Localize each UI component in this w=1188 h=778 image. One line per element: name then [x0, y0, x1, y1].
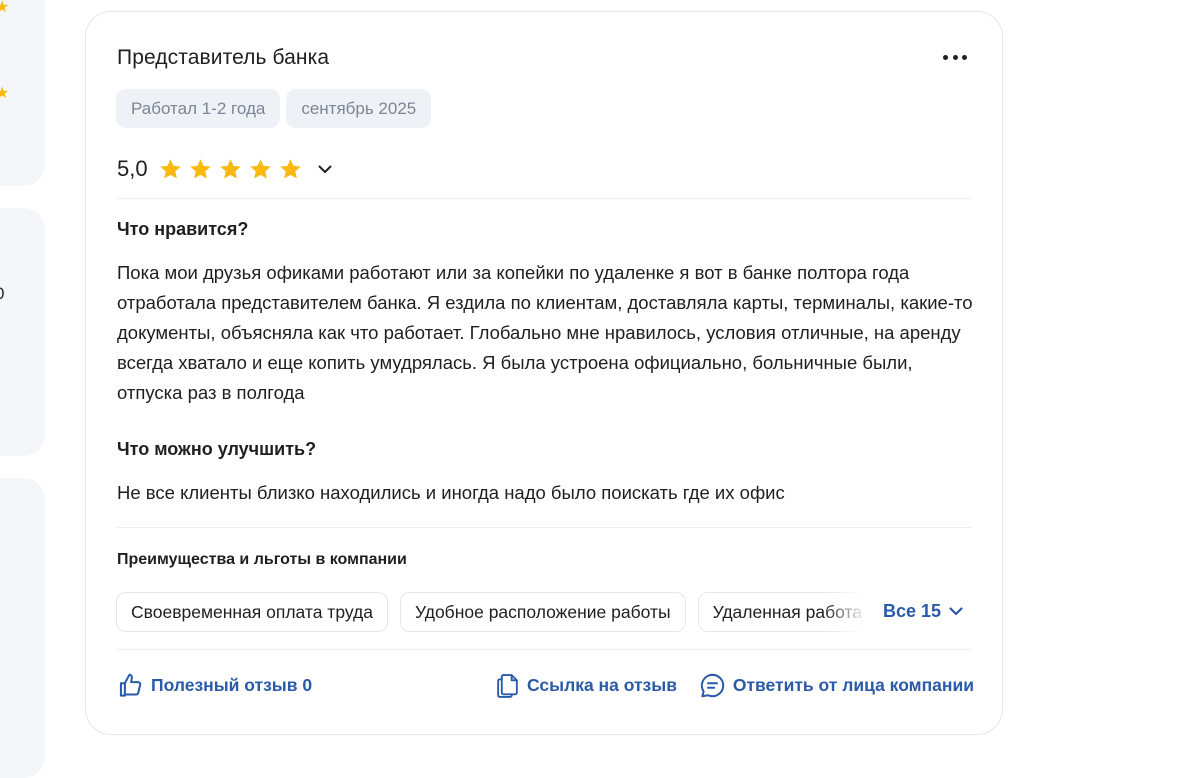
rating-details-toggle[interactable]: [316, 160, 334, 178]
star-icon: [249, 158, 271, 178]
all-benefits-label: Все 15: [883, 601, 942, 621]
improve-heading: Что можно улучшить?: [117, 439, 317, 459]
improve-text: Не все клиенты близко находились и иногд…: [117, 482, 785, 503]
chat-bubble-icon: [700, 673, 724, 698]
rating-value: 5,0: [117, 156, 148, 181]
chevron-down-icon: [318, 165, 332, 173]
reply-as-company-label: Ответить от лица компании: [732, 675, 974, 695]
benefits-list: Своевременная оплата труда Удобное распо…: [116, 592, 873, 632]
divider: [117, 527, 972, 528]
more-options-button[interactable]: [940, 48, 970, 66]
reply-as-company-button[interactable]: Ответить от лица компании: [699, 672, 974, 699]
divider: [117, 198, 972, 199]
star-icon: [279, 158, 301, 178]
thumbs-up-icon: [119, 673, 142, 697]
review-card: Представитель банка Работал 1-2 года сен…: [85, 11, 1003, 735]
review-link-label: Ссылка на отзыв: [527, 675, 677, 695]
date-tag: сентябрь 2025: [286, 89, 432, 128]
left-card-partial: [0, 478, 45, 778]
more-dots-icon: [943, 54, 948, 60]
chevron-down-icon: [949, 607, 963, 616]
review-actions: Полезный отзыв 0 Ссылка на отзыв Ответит…: [117, 672, 974, 702]
copy-link-icon: [497, 674, 518, 698]
benefit-chip[interactable]: Своевременная оплата труда: [116, 592, 388, 632]
benefit-chip[interactable]: Удобное расположение работы: [399, 592, 686, 632]
review-position-title: Представитель банка: [117, 46, 330, 69]
review-link-button[interactable]: Ссылка на отзыв: [495, 672, 677, 699]
likes-text: Пока мои друзья офиками работают или за …: [117, 262, 973, 403]
left-card-value: 0: [0, 284, 4, 304]
star-icon: [219, 158, 241, 178]
helpful-review-label: Полезный отзыв 0: [151, 675, 313, 695]
star-icon: [159, 158, 181, 178]
review-tags: Работал 1-2 года сентябрь 2025: [116, 89, 432, 128]
benefits-fade: [824, 592, 874, 632]
helpful-review-button[interactable]: Полезный отзыв 0: [117, 672, 312, 699]
benefits-heading: Преимущества и льготы в компании: [117, 551, 407, 568]
divider: [117, 649, 972, 650]
star-icon: ★: [0, 0, 10, 16]
tenure-tag: Работал 1-2 года: [116, 89, 281, 128]
star-icon: [189, 158, 211, 178]
likes-heading: Что нравится?: [117, 219, 249, 239]
rating: 5,0: [117, 156, 334, 182]
left-card-partial: [0, 208, 45, 456]
star-icon: ★: [0, 85, 10, 102]
all-benefits-button[interactable]: Все 15: [883, 601, 963, 622]
rating-stars: [158, 157, 303, 182]
